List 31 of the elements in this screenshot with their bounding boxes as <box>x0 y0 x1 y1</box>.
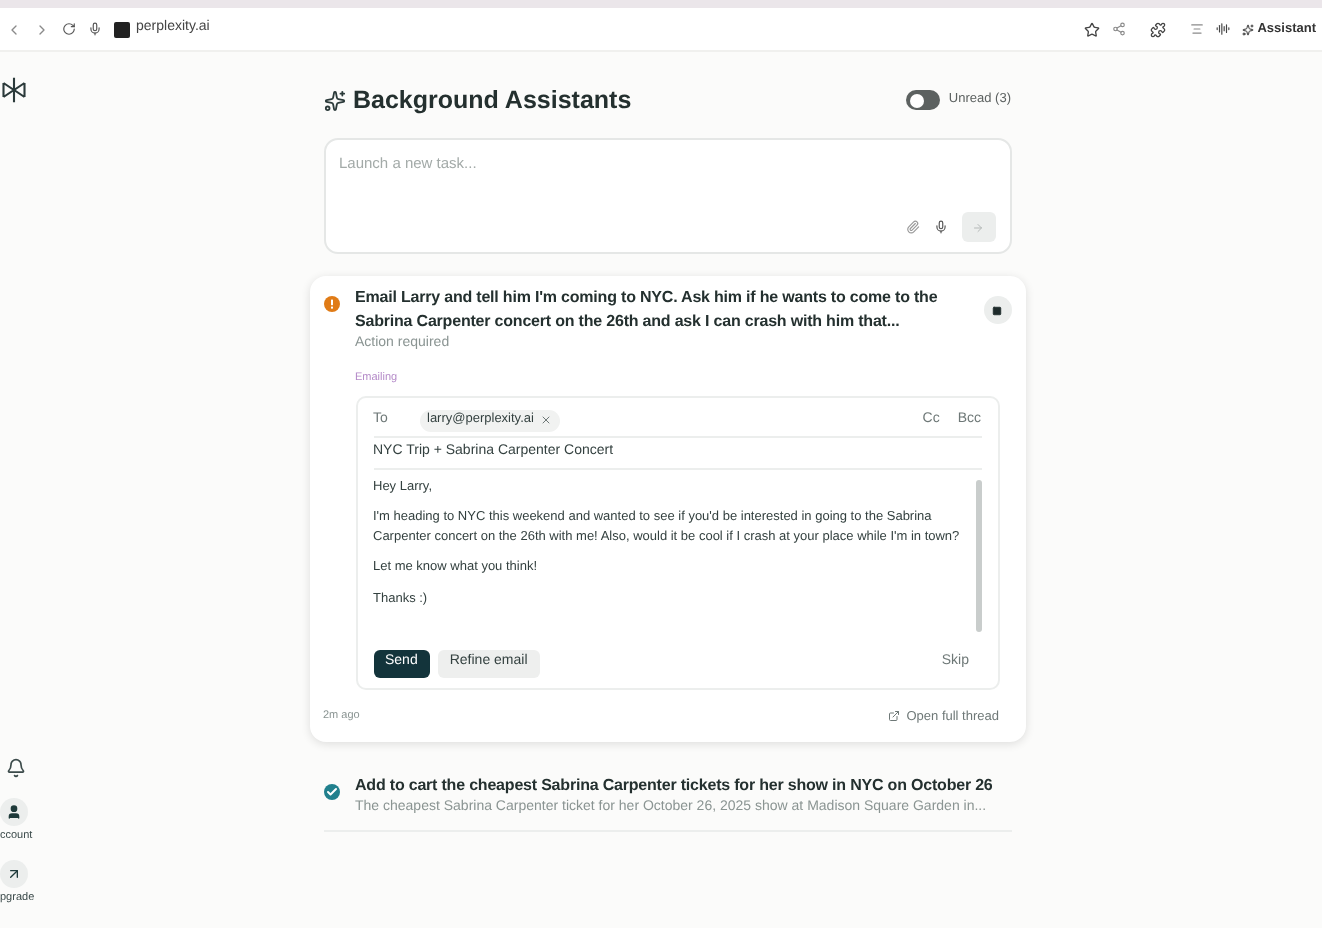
task-title[interactable]: Add to cart the cheapest Sabrina Carpenter tickets for her show in NYC on October 26 <box>355 774 1011 799</box>
site-icon <box>114 21 130 37</box>
mic-icon[interactable] <box>933 220 947 234</box>
scrollbar[interactable] <box>975 479 981 631</box>
reload-icon[interactable] <box>62 22 76 36</box>
stop-icon <box>992 305 1002 315</box>
task-card[interactable] <box>309 276 1025 743</box>
star-icon[interactable] <box>1083 21 1100 37</box>
person-icon <box>6 804 22 820</box>
mic-icon[interactable] <box>88 22 102 36</box>
warning-icon <box>323 296 339 312</box>
external-link-icon <box>888 710 901 723</box>
audio-icon[interactable] <box>1215 22 1230 36</box>
upgrade-button[interactable] <box>0 859 28 887</box>
stop-button[interactable] <box>983 296 1011 324</box>
arrow-icon <box>6 865 22 881</box>
logo-icon[interactable] <box>0 76 28 104</box>
page-title: Background Assistants <box>353 83 632 118</box>
notification-icon[interactable] <box>6 758 26 778</box>
arrow-icon <box>972 221 984 233</box>
back-icon[interactable] <box>6 21 22 37</box>
forward-icon[interactable] <box>34 21 50 37</box>
attach-icon[interactable] <box>905 220 919 234</box>
task-title[interactable]: Email Larry and tell him I'm coming to NYC. Ask him if he wants to come to the Sabrina Carpenter concert on the 26th and ask I can crash with him that... <box>355 286 967 334</box>
account-button[interactable] <box>0 798 28 826</box>
assistant-icon <box>323 89 345 111</box>
extensions-icon[interactable] <box>1149 21 1166 37</box>
unread-toggle[interactable] <box>906 90 941 110</box>
sparkle-icon <box>1241 23 1254 35</box>
share-icon[interactable] <box>1111 22 1126 36</box>
remove-icon[interactable] <box>539 414 552 426</box>
